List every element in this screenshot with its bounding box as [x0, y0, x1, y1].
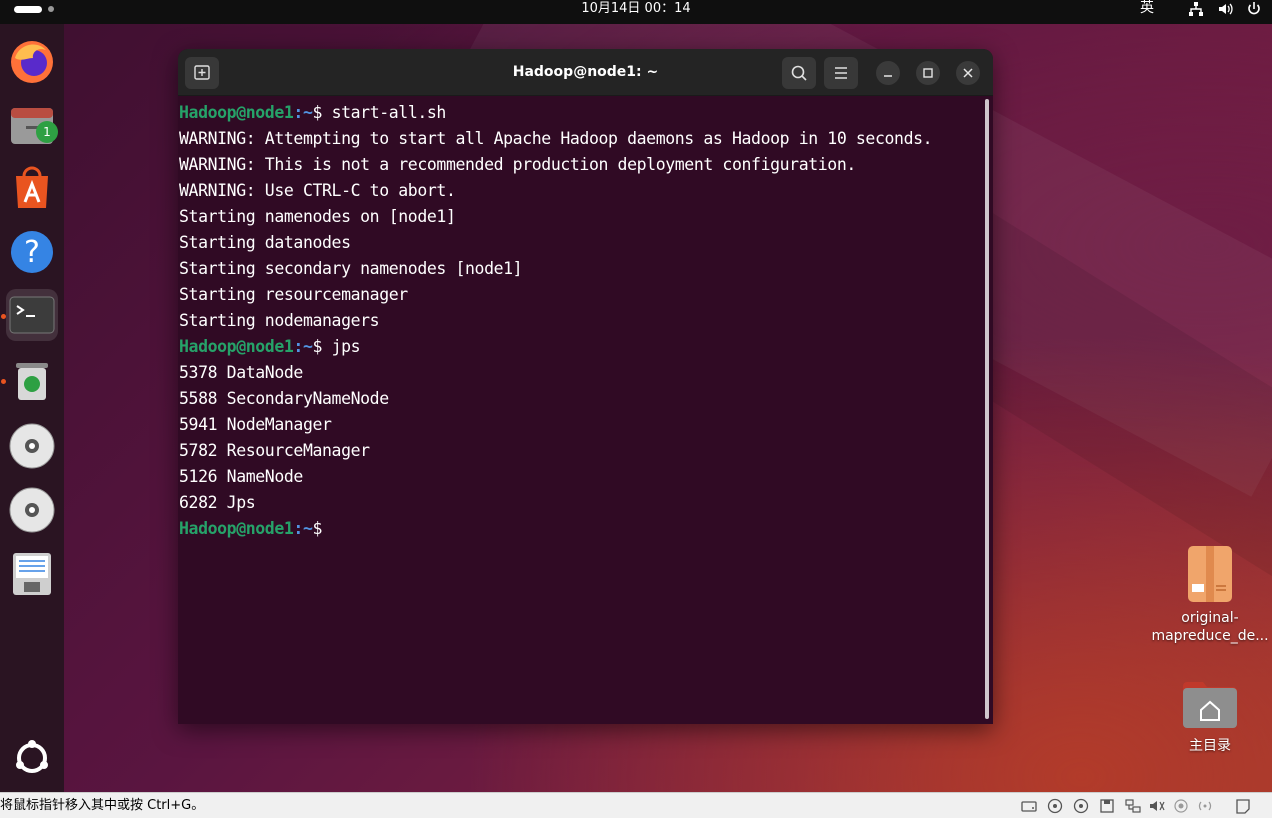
optical-drive-icon[interactable]: [1046, 798, 1064, 814]
output-line: Starting resourcemanager: [179, 285, 408, 304]
terminal-output[interactable]: Hadoop@node1:~$ start-all.sh WARNING: Att…: [179, 100, 979, 720]
optical-drive-icon[interactable]: [1072, 798, 1090, 814]
sound-card-icon[interactable]: [1148, 798, 1166, 814]
window-title: Hadoop@node1: ~: [512, 64, 659, 80]
running-indicator: [1, 314, 6, 319]
prompt-symbol: $: [312, 337, 323, 356]
search-icon: [791, 65, 807, 81]
prompt-path: :~: [293, 519, 313, 538]
dock-item-text-editor[interactable]: [6, 548, 58, 600]
archive-file-icon: [1188, 546, 1232, 602]
running-indicator: [1, 379, 6, 384]
output-line: 5941 NodeManager: [179, 415, 332, 434]
search-button[interactable]: [782, 57, 816, 89]
files-notification-badge: 1: [36, 121, 58, 143]
network-adapter-icon[interactable]: [1124, 798, 1142, 814]
top-bar: 10月14日 00：14 英: [0, 0, 1272, 24]
output-line: 5378 DataNode: [179, 363, 303, 382]
vm-status-bar: 将鼠标指针移入其中或按 Ctrl+G。: [0, 792, 1272, 818]
hamburger-menu-icon: [835, 67, 847, 79]
minimize-icon: [884, 75, 892, 77]
firefox-icon: [11, 41, 53, 83]
hard-disk-icon[interactable]: [1020, 798, 1038, 814]
maximize-button[interactable]: [916, 61, 940, 85]
floppy-icon[interactable]: [1098, 798, 1116, 814]
prompt-path: :~: [293, 103, 313, 122]
prompt-line: Hadoop@node1:~$ jps: [179, 334, 979, 360]
camera-icon[interactable]: [1172, 798, 1190, 814]
output-line: 5126 NameNode: [179, 467, 303, 486]
output-line: Starting secondary namenodes [node1]: [179, 259, 523, 278]
prompt-user: Hadoop@node1: [179, 519, 294, 538]
prompt-user: Hadoop@node1: [179, 337, 294, 356]
ubuntu-logo-icon: [16, 740, 48, 773]
output-line: Starting datanodes: [179, 233, 351, 252]
output-line: 6282 Jps: [179, 493, 256, 512]
desktop-file-archive[interactable]: original- mapreduce_de...: [1150, 544, 1270, 645]
dock-item-help[interactable]: ?: [6, 226, 58, 278]
show-apps-button[interactable]: [6, 732, 58, 784]
terminal-scrollbar[interactable]: [985, 99, 989, 719]
input-method-indicator[interactable]: 英: [1140, 0, 1154, 17]
output-line: 5588 SecondaryNameNode: [179, 389, 389, 408]
wireless-icon[interactable]: [1196, 798, 1214, 814]
desktop-home-folder[interactable]: 主目录: [1150, 678, 1270, 755]
terminal-icon: [9, 296, 55, 334]
terminal-titlebar[interactable]: Hadoop@node1: ~: [178, 49, 993, 96]
output-line: WARNING: Attempting to start all Apache …: [179, 129, 933, 148]
dock-item-app-center[interactable]: [6, 162, 58, 214]
dock-item-trash[interactable]: [6, 354, 58, 406]
prompt-line: Hadoop@node1:~$ start-all.sh: [179, 100, 979, 126]
floppy-doc-icon: [13, 553, 51, 595]
dock: 1 ?: [0, 24, 64, 792]
volume-icon[interactable]: [1217, 1, 1233, 17]
message-icon[interactable]: [1234, 798, 1252, 814]
status-hint-text: 将鼠标指针移入其中或按 Ctrl+G。: [0, 798, 205, 813]
help-icon: ?: [11, 231, 53, 273]
cd-icon: [9, 423, 55, 469]
power-icon[interactable]: [1246, 1, 1262, 17]
prompt-line: Hadoop@node1:~$: [179, 516, 979, 542]
command-text: jps: [322, 337, 361, 356]
output-line: 5782 ResourceManager: [179, 441, 370, 460]
minimize-button[interactable]: [876, 61, 900, 85]
home-folder-icon: [1183, 682, 1237, 728]
network-icon[interactable]: [1188, 1, 1204, 17]
cd-icon: [9, 487, 55, 533]
desktop-file-label: original-: [1181, 610, 1239, 626]
command-text: start-all.sh: [322, 103, 447, 122]
dock-item-terminal[interactable]: [6, 289, 58, 341]
close-icon: [963, 68, 973, 78]
output-line: WARNING: Use CTRL-C to abort.: [179, 181, 456, 200]
dock-item-disc-1[interactable]: [6, 420, 58, 472]
output-line: WARNING: This is not a recommended produ…: [179, 155, 856, 174]
dock-item-firefox[interactable]: [6, 36, 58, 88]
prompt-user: Hadoop@node1: [179, 103, 294, 122]
desktop-file-label: mapreduce_de...: [1151, 628, 1269, 644]
home-folder-label: 主目录: [1189, 738, 1231, 754]
menu-button[interactable]: [824, 57, 858, 89]
prompt-path: :~: [293, 337, 313, 356]
output-line: Starting nodemanagers: [179, 311, 380, 330]
svg-text:?: ?: [24, 235, 40, 270]
app-center-icon: [16, 166, 48, 208]
trash-icon: [16, 363, 48, 400]
maximize-icon: [923, 68, 933, 78]
output-line: Starting namenodes on [node1]: [179, 207, 456, 226]
clock[interactable]: 10月14日 00：14: [0, 0, 1272, 17]
prompt-symbol: $: [312, 103, 323, 122]
close-button[interactable]: [956, 61, 980, 85]
prompt-symbol: $: [312, 519, 323, 538]
terminal-window[interactable]: Hadoop@node1: ~ Hadoop@node1:~$ start-al…: [178, 49, 993, 724]
dock-item-disc-2[interactable]: [6, 484, 58, 536]
